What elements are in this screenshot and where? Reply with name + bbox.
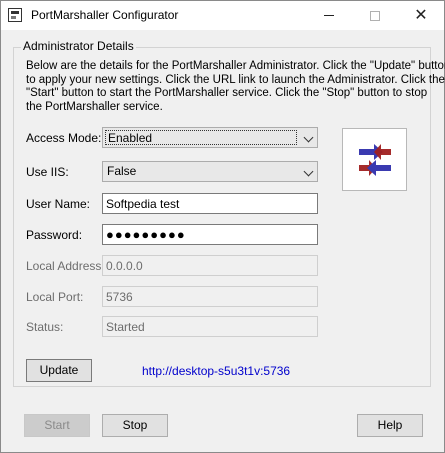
- user-name-input[interactable]: [102, 193, 318, 214]
- title-bar: PortMarshaller Configurator ✕: [1, 1, 444, 30]
- password-label: Password:: [26, 228, 83, 242]
- password-input[interactable]: [102, 224, 318, 245]
- chevron-down-icon: [303, 166, 314, 177]
- description-text: Below are the details for the PortMarsha…: [26, 60, 445, 114]
- logo-box: [342, 128, 407, 191]
- use-iis-value: False: [107, 164, 137, 178]
- close-button[interactable]: ✕: [398, 1, 444, 30]
- configurator-window: PortMarshaller Configurator ✕ Administra…: [0, 0, 445, 453]
- access-mode-value: Enabled: [105, 130, 297, 145]
- description-line: the PortMarshaller service.: [26, 100, 163, 113]
- local-port-label: Local Port:: [26, 290, 84, 304]
- chevron-down-icon: [303, 132, 314, 143]
- swap-arrows-icon: [358, 143, 391, 176]
- maximize-icon: [370, 10, 380, 21]
- close-icon: ✕: [414, 6, 428, 24]
- help-button[interactable]: Help: [357, 414, 423, 437]
- use-iis-select[interactable]: False: [102, 161, 318, 182]
- update-button[interactable]: Update: [26, 359, 92, 382]
- local-address-field: [102, 255, 318, 276]
- local-port-field: [102, 286, 318, 307]
- local-address-label: Local Address:: [26, 259, 105, 273]
- app-window-icon[interactable]: [8, 8, 22, 22]
- maximize-button[interactable]: [352, 1, 398, 30]
- status-label: Status:: [26, 320, 64, 334]
- group-title: Administrator Details: [21, 39, 136, 53]
- description-line: Below are the details for the PortMarsha…: [26, 60, 445, 72]
- user-name-label: User Name:: [26, 197, 91, 211]
- use-iis-label: Use IIS:: [26, 165, 69, 179]
- access-mode-select[interactable]: Enabled: [102, 127, 318, 148]
- minimize-button[interactable]: [306, 1, 352, 30]
- description-line: "Start" button to start the PortMarshall…: [26, 87, 428, 99]
- minimize-icon: [324, 15, 334, 16]
- stop-button[interactable]: Stop: [102, 414, 168, 437]
- status-field: [102, 316, 318, 337]
- start-button[interactable]: Start: [24, 414, 90, 437]
- window-title: PortMarshaller Configurator: [31, 8, 179, 22]
- access-mode-label: Access Mode:: [26, 131, 102, 145]
- admin-url-link[interactable]: http://desktop-s5u3t1v:5736: [142, 364, 290, 378]
- description-line: to apply your new settings. Click the UR…: [26, 73, 445, 86]
